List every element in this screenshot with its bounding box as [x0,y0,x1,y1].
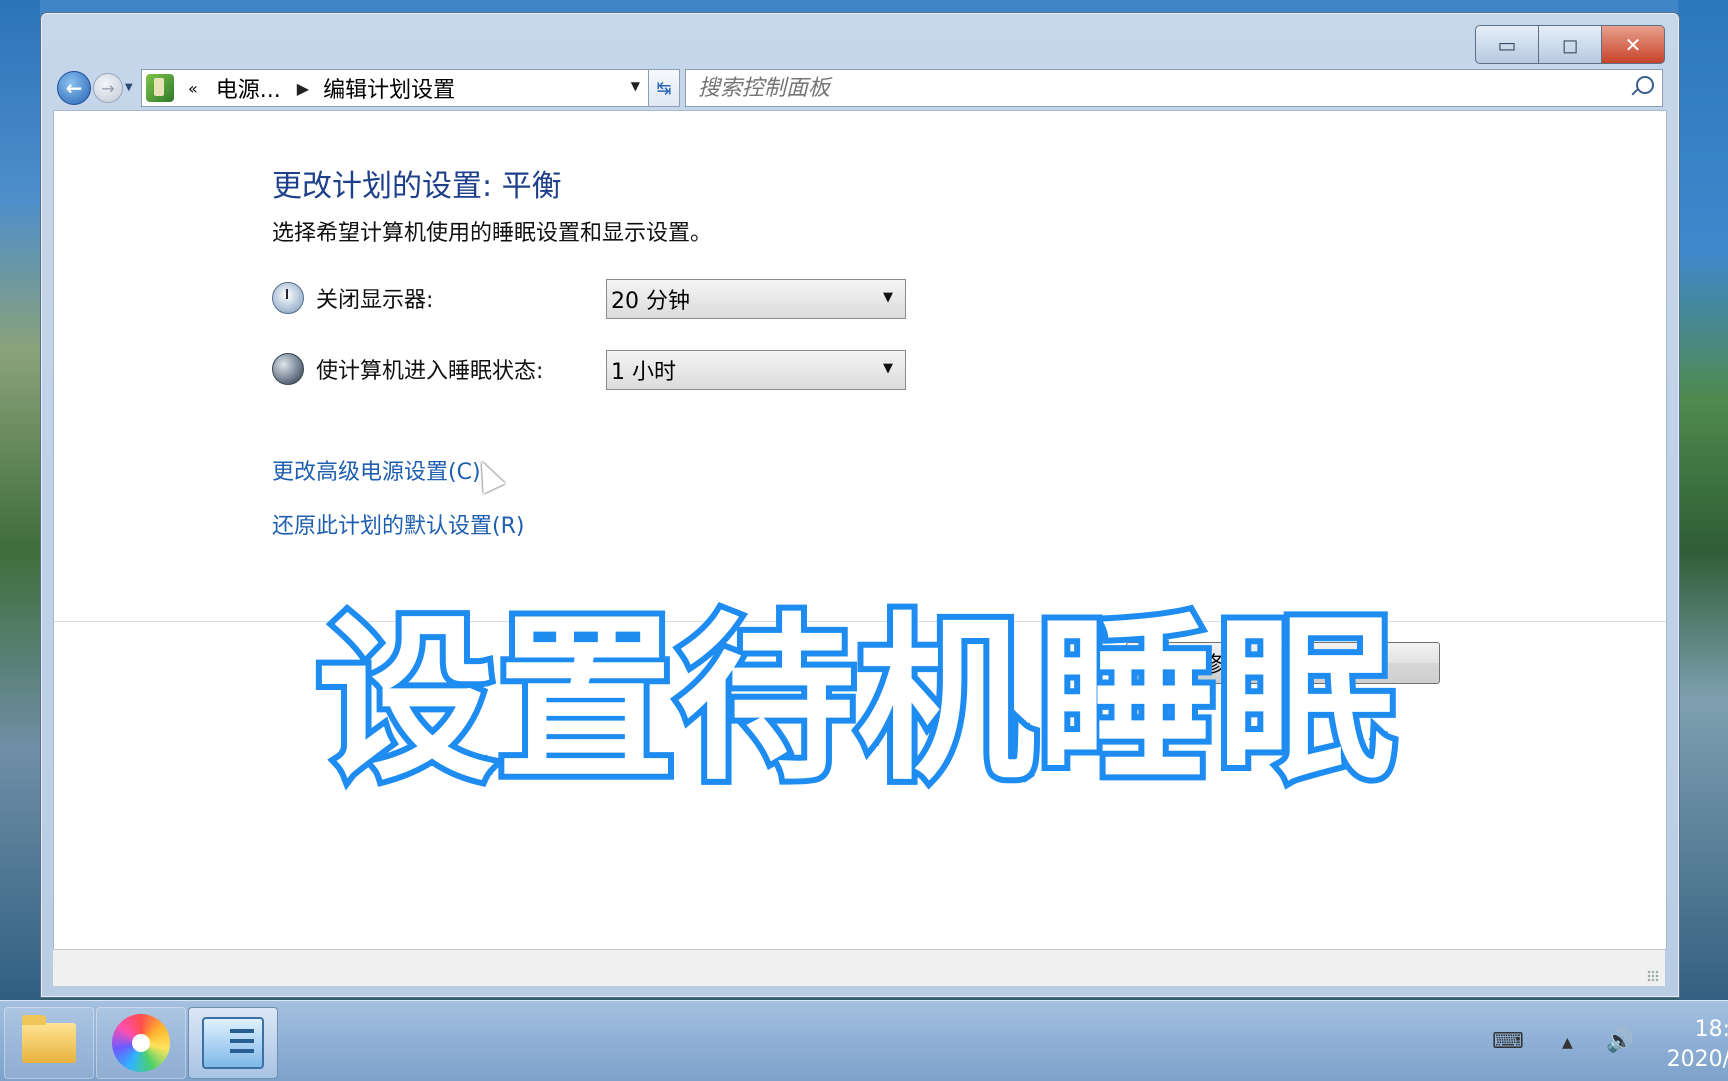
minimize-button[interactable]: ▭ [1475,25,1539,64]
taskbar-app-button[interactable] [96,1007,186,1079]
taskbar-explorer-button[interactable] [4,1007,94,1079]
taskbar-control-panel-button[interactable] [188,1007,278,1079]
sleep-row: 使计算机进入睡眠状态: [272,349,586,389]
sleep-label: 使计算机进入睡眠状态: [316,359,544,384]
refresh-button[interactable]: ↹ [649,69,680,107]
back-button[interactable]: ← [57,71,91,105]
desktop-right [1678,0,1728,1000]
breadcrumb-parent[interactable]: 电源... [216,72,281,104]
sleep-select[interactable]: 1 小时 ▼ [606,350,906,390]
address-dropdown-icon[interactable]: ▼ [631,79,640,93]
breadcrumb-chevron-icon[interactable]: ▶ [297,79,309,98]
close-button[interactable]: ✕ [1602,25,1665,64]
resize-grip-icon[interactable] [1647,970,1659,982]
search-box [685,69,1663,107]
breadcrumb-current[interactable]: 编辑计划设置 [323,72,455,104]
control-panel-icon [202,1017,264,1069]
clock-time: 18: [1694,1017,1728,1042]
sleep-value: 1 小时 [611,360,676,385]
search-input[interactable] [696,70,1600,106]
forward-button[interactable]: → [93,73,123,103]
display-off-label: 关闭显示器: [316,288,434,313]
volume-icon[interactable]: 🔊 [1606,1029,1633,1054]
clock[interactable]: 18: 2020/ [1667,1015,1728,1075]
moon-icon [272,353,304,385]
system-tray: ⌨ ▲ 🔊 18: 2020/ [1478,1001,1728,1081]
maximize-button[interactable]: ◻ [1539,25,1602,64]
status-bar [53,949,1665,986]
folder-icon [22,1015,76,1063]
navigation-bar: ← → ▼ « 电源... ▶ 编辑计划设置 ▼ ↹ [53,68,1663,108]
overlay-caption: 设置待机睡眠 [311,597,1401,804]
pinwheel-icon [112,1014,170,1072]
clock-date: 2020/ [1666,1047,1728,1072]
desktop-left [0,0,40,1000]
page-title: 更改计划的设置: 平衡 [272,169,562,204]
content-pane: 更改计划的设置: 平衡 选择希望计算机使用的睡眠设置和显示设置。 关闭显示器: … [53,110,1667,950]
chevron-down-icon: ▼ [883,361,893,376]
caption-buttons: ▭ ◻ ✕ [1475,25,1665,64]
clock-monitor-icon [272,282,304,314]
show-hidden-icons-icon[interactable]: ▲ [1562,1035,1573,1051]
power-options-icon [146,74,174,102]
advanced-power-settings-link[interactable]: 更改高级电源设置(C) [272,454,481,486]
address-bar[interactable]: « 电源... ▶ 编辑计划设置 ▼ [141,69,649,107]
page-subtitle: 选择希望计算机使用的睡眠设置和显示设置。 [272,221,713,246]
display-off-row: 关闭显示器: [272,278,586,318]
keyboard-icon[interactable]: ⌨ [1492,1029,1524,1054]
control-panel-window: ▭ ◻ ✕ ← → ▼ « 电源... ▶ 编辑计划设置 ▼ ↹ 更改计划的设置… [40,12,1680,998]
breadcrumb-overflow[interactable]: « [188,79,198,98]
taskbar: ⌨ ▲ 🔊 18: 2020/ [0,1000,1728,1081]
display-off-select[interactable]: 20 分钟 ▼ [606,279,906,319]
search-icon[interactable] [1636,76,1654,94]
recent-pages-dropdown-icon[interactable]: ▼ [125,82,133,93]
display-off-value: 20 分钟 [611,289,690,314]
restore-defaults-link[interactable]: 还原此计划的默认设置(R) [272,508,524,540]
chevron-down-icon: ▼ [883,290,893,305]
